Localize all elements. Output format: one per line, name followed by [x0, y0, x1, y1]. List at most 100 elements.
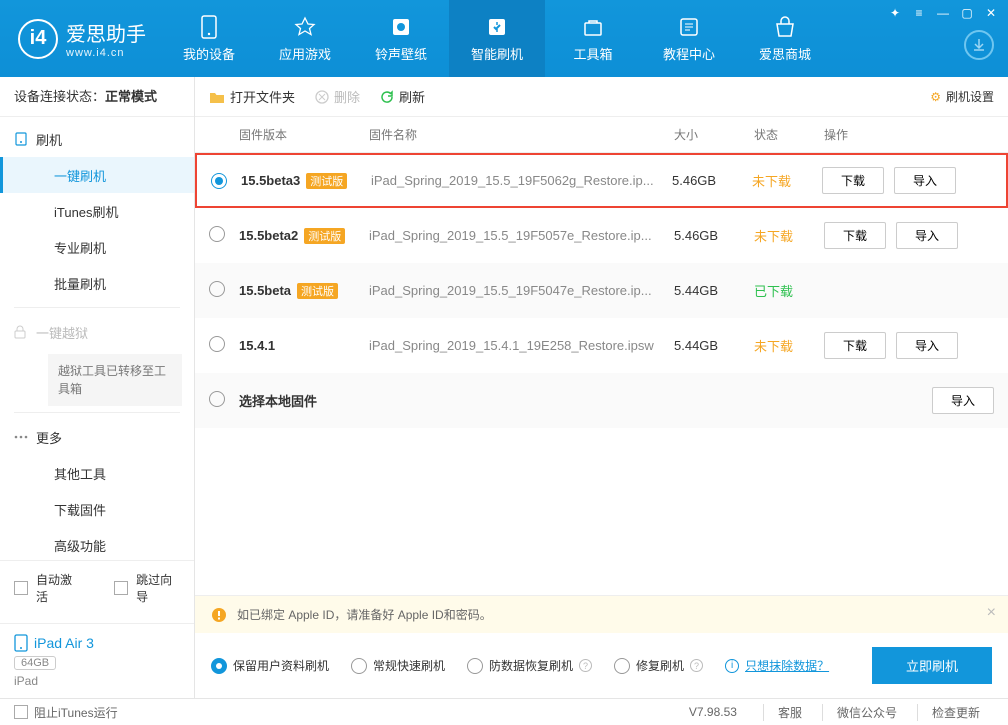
- main-panel: 打开文件夹 删除 刷新 ⚙ 刷机设置 固件版本 固件名称 大小 状态 操作 15…: [195, 77, 1008, 698]
- maximize-icon[interactable]: ▢: [956, 4, 978, 22]
- nav-icon: [199, 14, 219, 40]
- download-manager-icon[interactable]: [964, 30, 994, 60]
- firmware-row[interactable]: 15.5beta3测试版iPad_Spring_2019_15.5_19F506…: [195, 153, 1008, 208]
- nav-icon: [773, 14, 797, 40]
- status-value: 正常模式: [105, 89, 157, 104]
- row-radio[interactable]: [209, 226, 225, 242]
- download-button[interactable]: 下载: [824, 332, 886, 359]
- sidebar-item-jailbreak: 一键越狱: [0, 314, 194, 350]
- firmware-status: 未下载: [754, 336, 824, 355]
- sidebar-item-itunes-flash[interactable]: iTunes刷机: [0, 193, 194, 229]
- sidebar-item-onekey-flash[interactable]: 一键刷机: [0, 157, 194, 193]
- nav-item-1[interactable]: 应用游戏: [257, 0, 353, 77]
- firmware-version: 15.5beta2: [239, 228, 298, 243]
- sidebar-item-pro-flash[interactable]: 专业刷机: [0, 229, 194, 265]
- flash-options: 保留用户资料刷机 常规快速刷机 防数据恢复刷机? 修复刷机? i只想抹除数据？ …: [195, 633, 1008, 698]
- nav-item-3[interactable]: 智能刷机: [449, 0, 545, 77]
- import-button[interactable]: 导入: [896, 222, 958, 249]
- start-flash-button[interactable]: 立即刷机: [872, 647, 992, 684]
- device-name: iPad Air 3: [34, 635, 94, 651]
- delete-button[interactable]: 删除: [315, 87, 360, 106]
- alert-close-icon[interactable]: ×: [987, 604, 996, 622]
- firmware-size: 5.46GB: [674, 228, 754, 243]
- sidebar-item-advanced[interactable]: 高级功能: [0, 527, 194, 560]
- col-ops: 操作: [824, 126, 994, 143]
- nav-item-5[interactable]: 教程中心: [641, 0, 737, 77]
- skin-icon[interactable]: ✦: [884, 4, 906, 22]
- menu-icon[interactable]: ≡: [908, 4, 930, 22]
- col-name: 固件名称: [369, 126, 674, 143]
- refresh-button[interactable]: 刷新: [380, 87, 425, 106]
- option-anti-recover[interactable]: 防数据恢复刷机?: [467, 657, 592, 674]
- import-button[interactable]: 导入: [894, 167, 956, 194]
- connection-status: 设备连接状态：正常模式: [0, 77, 194, 117]
- option-normal[interactable]: 常规快速刷机: [351, 657, 445, 674]
- logo: i4 爱思助手 www.i4.cn: [8, 18, 161, 59]
- window-controls: ✦ ≡ — ▢ ✕: [884, 4, 1002, 22]
- import-button[interactable]: 导入: [896, 332, 958, 359]
- logo-subtitle: www.i4.cn: [66, 47, 146, 59]
- app-header: i4 爱思助手 www.i4.cn 我的设备应用游戏铃声壁纸智能刷机工具箱教程中…: [0, 0, 1008, 77]
- auto-activate-label: 自动激活: [36, 571, 80, 605]
- nav-item-0[interactable]: 我的设备: [161, 0, 257, 77]
- firmware-row[interactable]: 选择本地固件导入: [195, 373, 1008, 428]
- warning-icon: [211, 607, 227, 623]
- sidebar-item-other-tools[interactable]: 其他工具: [0, 455, 194, 491]
- firmware-row[interactable]: 15.5beta测试版iPad_Spring_2019_15.5_19F5047…: [195, 263, 1008, 318]
- refresh-icon: [380, 90, 394, 104]
- customer-service-link[interactable]: 客服: [763, 704, 816, 721]
- flash-icon: [14, 132, 28, 146]
- firmware-row[interactable]: 15.5beta2测试版iPad_Spring_2019_15.5_19F505…: [195, 208, 1008, 263]
- firmware-size: 5.46GB: [672, 173, 752, 188]
- apple-id-alert: 如已绑定 Apple ID，请准备好 Apple ID和密码。 ×: [195, 596, 1008, 633]
- firmware-status: 已下载: [754, 281, 824, 300]
- nav-icon: [678, 14, 700, 40]
- table-header: 固件版本 固件名称 大小 状态 操作: [195, 117, 1008, 153]
- device-icon: [14, 634, 28, 652]
- sidebar-item-more[interactable]: 更多: [0, 419, 194, 455]
- flash-settings-button[interactable]: ⚙ 刷机设置: [930, 88, 994, 105]
- device-capacity: 64GB: [14, 656, 56, 670]
- col-size: 大小: [674, 126, 754, 143]
- beta-tag: 测试版: [297, 283, 338, 299]
- folder-icon: [209, 90, 225, 104]
- erase-data-link[interactable]: i只想抹除数据？: [725, 657, 829, 674]
- info-icon: i: [725, 659, 739, 673]
- option-keep-data[interactable]: 保留用户资料刷机: [211, 657, 329, 674]
- sidebar-item-flash[interactable]: 刷机: [0, 121, 194, 157]
- block-itunes-checkbox[interactable]: [14, 705, 28, 719]
- nav-item-6[interactable]: 爱思商城: [737, 0, 833, 77]
- minimize-icon[interactable]: —: [932, 4, 954, 22]
- firmware-list: 15.5beta3测试版iPad_Spring_2019_15.5_19F506…: [195, 153, 1008, 595]
- app-version: V7.98.53: [689, 705, 737, 719]
- nav-item-4[interactable]: 工具箱: [545, 0, 641, 77]
- nav-icon: [581, 14, 605, 40]
- skip-guide-checkbox[interactable]: [114, 581, 128, 595]
- device-type: iPad: [14, 674, 180, 688]
- help-icon[interactable]: ?: [690, 659, 703, 672]
- sidebar: 设备连接状态：正常模式 刷机 一键刷机 iTunes刷机 专业刷机 批量刷机 一…: [0, 77, 195, 698]
- row-radio[interactable]: [209, 281, 225, 297]
- device-info[interactable]: iPad Air 3 64GB iPad: [0, 623, 194, 698]
- sidebar-item-batch-flash[interactable]: 批量刷机: [0, 265, 194, 301]
- wechat-link[interactable]: 微信公众号: [822, 704, 911, 721]
- firmware-version: 15.4.1: [239, 338, 275, 353]
- close-icon[interactable]: ✕: [980, 4, 1002, 22]
- firmware-filename: iPad_Spring_2019_15.5_19F5057e_Restore.i…: [369, 228, 674, 243]
- row-radio[interactable]: [209, 336, 225, 352]
- open-folder-button[interactable]: 打开文件夹: [209, 87, 295, 106]
- help-icon[interactable]: ?: [579, 659, 592, 672]
- firmware-row[interactable]: 15.4.1iPad_Spring_2019_15.4.1_19E258_Res…: [195, 318, 1008, 373]
- firmware-size: 5.44GB: [674, 338, 754, 353]
- check-update-link[interactable]: 检查更新: [917, 704, 994, 721]
- option-repair[interactable]: 修复刷机?: [614, 657, 703, 674]
- download-button[interactable]: 下载: [824, 222, 886, 249]
- nav-item-2[interactable]: 铃声壁纸: [353, 0, 449, 77]
- lock-icon: [14, 325, 26, 339]
- auto-activate-checkbox[interactable]: [14, 581, 28, 595]
- row-radio[interactable]: [211, 173, 227, 189]
- sidebar-item-download-firmware[interactable]: 下载固件: [0, 491, 194, 527]
- row-radio[interactable]: [209, 391, 225, 407]
- import-button[interactable]: 导入: [932, 387, 994, 414]
- download-button[interactable]: 下载: [822, 167, 884, 194]
